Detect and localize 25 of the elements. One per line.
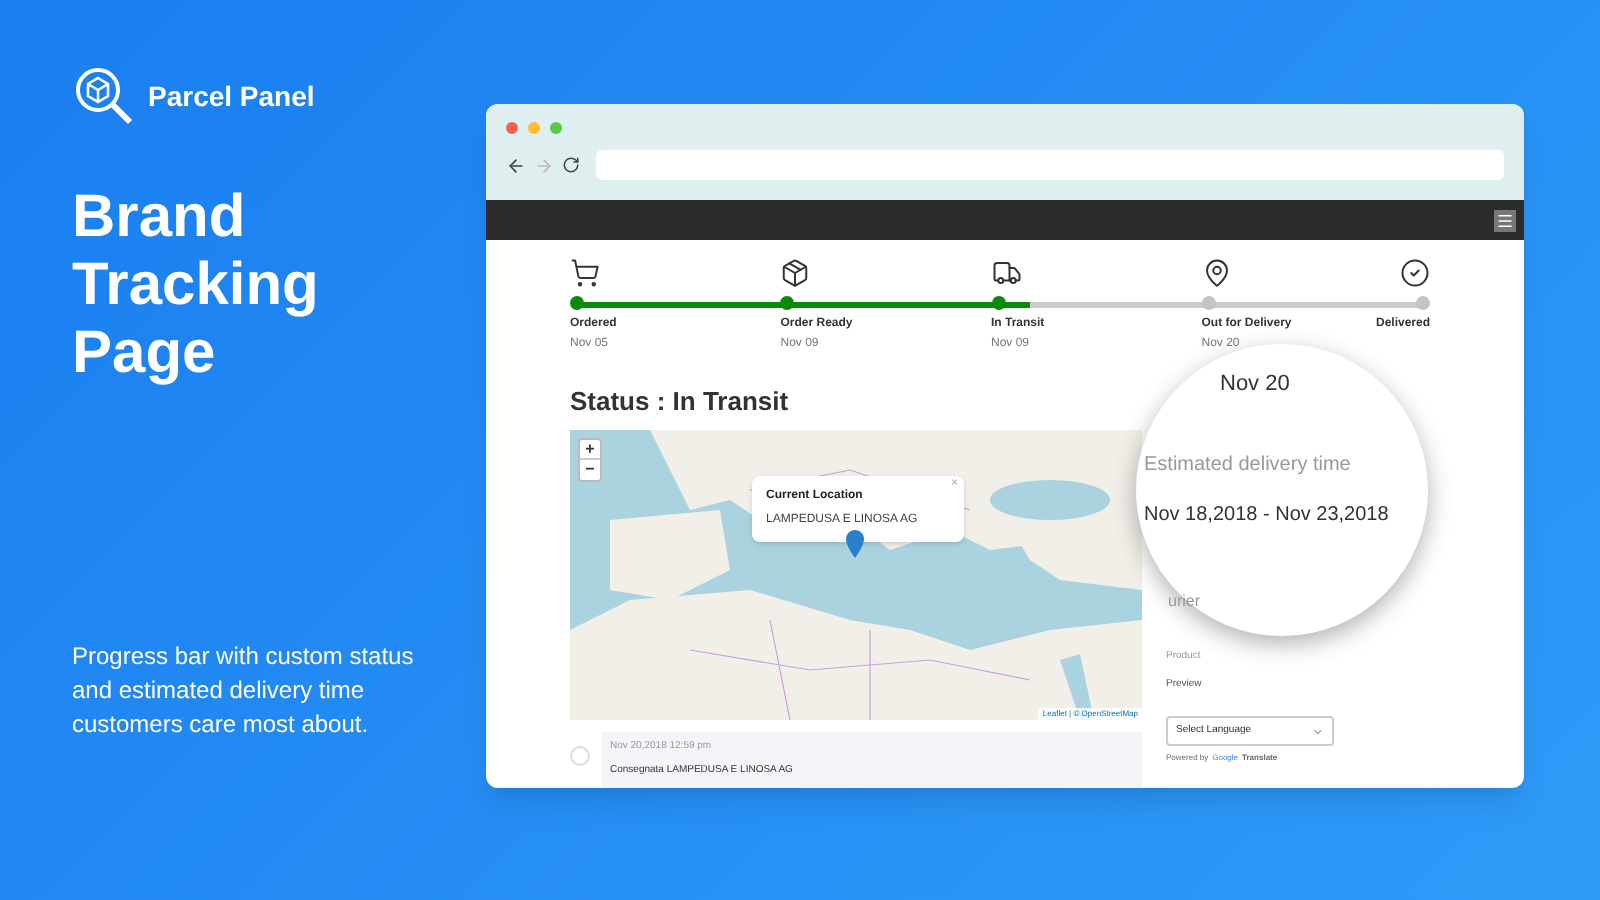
magnified-label: Estimated delivery time [1144,451,1353,479]
magnified-date: Nov 20 [1220,370,1292,400]
forward-icon[interactable] [534,155,554,175]
reload-icon[interactable] [562,156,580,174]
timeline-node-icon [570,745,590,765]
map-pin-icon [1201,258,1232,288]
headline-line: Brand [72,184,248,252]
package-icon [780,258,811,288]
brand-name: Parcel Panel [148,77,315,115]
zoom-out-button[interactable]: − [580,459,600,479]
back-icon[interactable] [506,155,526,175]
truck-icon [991,258,1021,288]
description: Progress bar with custom status and estimated delivery time customers care most about. [72,640,416,742]
map-marker-icon [846,529,864,557]
magnified-range: Nov 18,2018 - Nov 23,2018 [1144,501,1391,529]
courier-label: urier [1168,589,1203,613]
logo-icon [72,64,136,128]
chevron-down-icon [1312,725,1324,737]
menu-button[interactable] [1494,209,1516,231]
status-heading: Status : In Transit [570,384,791,420]
headline-line: Page [72,320,218,388]
check-circle-icon [1400,258,1430,288]
zoom-in-button[interactable]: + [580,439,600,459]
headline-line: Tracking [72,252,321,320]
cart-icon [570,258,600,288]
